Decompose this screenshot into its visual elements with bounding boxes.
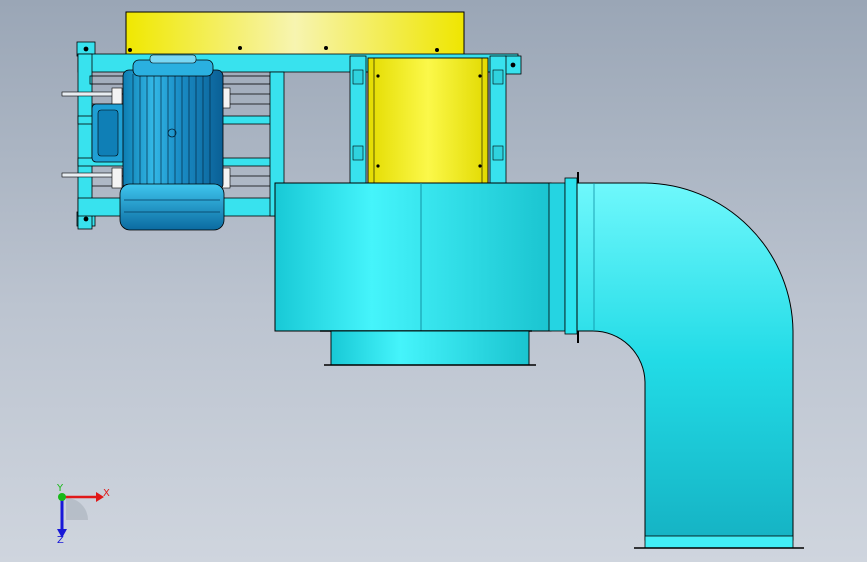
y-axis-marker <box>58 493 66 501</box>
axis-triad: X Y Z <box>56 483 110 546</box>
cad-viewport[interactable]: X Y Z <box>0 0 867 562</box>
z-axis-label: Z <box>57 535 64 546</box>
centrifugal-fan-icon[interactable] <box>274 172 579 343</box>
elbow-duct-icon[interactable] <box>576 182 804 549</box>
shaft-guard[interactable] <box>367 57 489 185</box>
belt-guard[interactable] <box>125 11 465 56</box>
y-axis-label: Y <box>56 483 64 494</box>
model-drawing: X Y Z <box>56 11 804 549</box>
fan-inlet-cone[interactable] <box>324 330 536 366</box>
x-axis-label: X <box>103 488 110 499</box>
